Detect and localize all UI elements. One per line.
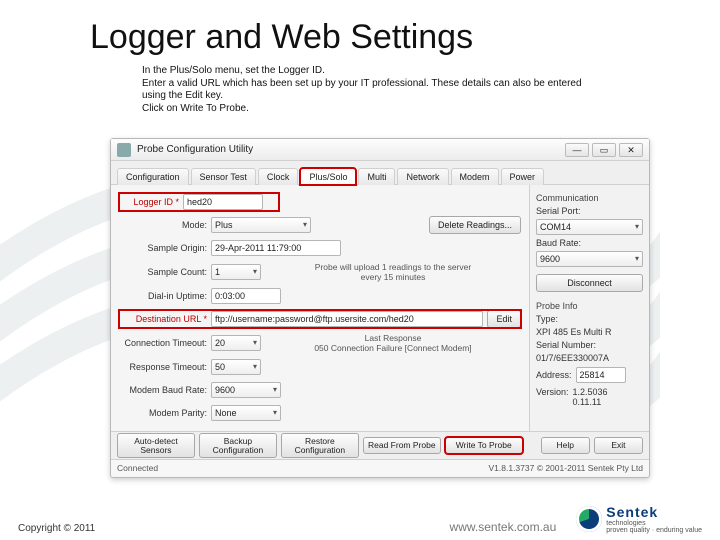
read-from-probe-button[interactable]: Read From Probe bbox=[363, 437, 441, 454]
sample-origin-label: Sample Origin: bbox=[119, 243, 207, 253]
address-label: Address: bbox=[536, 370, 572, 380]
footer-url: www.sentek.com.au bbox=[450, 520, 557, 534]
probe-info-heading: Probe Info bbox=[536, 301, 643, 311]
tab-clock[interactable]: Clock bbox=[258, 168, 299, 185]
dialin-input[interactable]: 0:03:00 bbox=[211, 288, 281, 304]
type-label: Type: bbox=[536, 314, 643, 324]
resp-timeout-select[interactable]: 50 bbox=[211, 359, 261, 375]
conn-timeout-select[interactable]: 20 bbox=[211, 335, 261, 351]
logger-id-input[interactable]: hed20 bbox=[183, 194, 263, 210]
auto-detect-sensors-button[interactable]: Auto-detect Sensors bbox=[117, 433, 195, 459]
dest-url-input[interactable]: ftp://username:password@ftp.usersite.com… bbox=[211, 311, 483, 327]
logo-mark-icon bbox=[576, 506, 602, 532]
edit-url-button[interactable]: Edit bbox=[487, 310, 521, 328]
modem-baud-label: Modem Baud Rate: bbox=[119, 385, 207, 395]
tab-modem[interactable]: Modem bbox=[451, 168, 499, 185]
form-panel: Logger ID * hed20 Mode: Plus Delete Read… bbox=[111, 185, 529, 431]
side-panel: Communication Serial Port: COM14 Baud Ra… bbox=[529, 185, 649, 431]
logo-brand-sub: technologies bbox=[606, 520, 702, 527]
serial-number-value: 01/7/6EE330007A bbox=[536, 353, 643, 363]
sample-origin-input[interactable]: 29-Apr-2011 11:79:00 bbox=[211, 240, 341, 256]
instructions-block: In the Plus/Solo menu, set the Logger ID… bbox=[142, 65, 602, 115]
status-connected: Connected bbox=[117, 463, 158, 473]
version-label: Version: bbox=[536, 387, 569, 397]
tab-configuration[interactable]: Configuration bbox=[117, 168, 189, 185]
last-response-label: Last Response bbox=[265, 333, 521, 343]
tab-multi[interactable]: Multi bbox=[358, 168, 395, 185]
tab-plus-solo[interactable]: Plus/Solo bbox=[300, 168, 356, 185]
sample-count-label: Sample Count: bbox=[119, 267, 207, 277]
upload-message: every 15 minutes bbox=[265, 272, 521, 282]
instruction-line: Enter a valid URL which has been set up … bbox=[142, 78, 602, 103]
delete-readings-button[interactable]: Delete Readings... bbox=[429, 216, 521, 234]
baud-rate-label: Baud Rate: bbox=[536, 238, 643, 248]
last-response-value: 050 Connection Failure [Connect Modem] bbox=[265, 343, 521, 353]
tab-power[interactable]: Power bbox=[501, 168, 545, 185]
copyright: Copyright © 2011 bbox=[18, 523, 95, 534]
logger-id-label: Logger ID * bbox=[119, 197, 179, 207]
instruction-line: In the Plus/Solo menu, set the Logger ID… bbox=[142, 65, 602, 78]
dest-url-label: Destination URL * bbox=[119, 314, 207, 324]
logo-brand: Sentek bbox=[606, 504, 702, 520]
help-button[interactable]: Help bbox=[541, 437, 590, 454]
bottom-button-bar: Auto-detect Sensors Backup Configuration… bbox=[111, 431, 649, 459]
write-to-probe-button[interactable]: Write To Probe bbox=[445, 437, 523, 454]
disconnect-button[interactable]: Disconnect bbox=[536, 274, 643, 292]
status-bar: Connected V1.8.1.3737 © 2001-2011 Sentek… bbox=[111, 459, 649, 475]
mode-label: Mode: bbox=[119, 220, 207, 230]
status-version: V1.8.1.3737 © 2001-2011 Sentek Pty Ltd bbox=[489, 463, 644, 473]
serial-port-label: Serial Port: bbox=[536, 206, 643, 216]
logo-tagline: proven quality · enduring value bbox=[606, 527, 702, 534]
conn-timeout-label: Connection Timeout: bbox=[119, 338, 207, 348]
resp-timeout-label: Response Timeout: bbox=[119, 362, 207, 372]
exit-button[interactable]: Exit bbox=[594, 437, 643, 454]
tab-bar: Configuration Sensor Test Clock Plus/Sol… bbox=[111, 161, 649, 185]
tab-sensor-test[interactable]: Sensor Test bbox=[191, 168, 256, 185]
restore-config-button[interactable]: Restore Configuration bbox=[281, 433, 359, 459]
version-value2: 0.11.11 bbox=[573, 397, 608, 407]
version-value: 1.2.5036 bbox=[573, 387, 608, 397]
app-icon bbox=[117, 143, 131, 157]
probe-config-window: Probe Configuration Utility — ▭ ✕ Config… bbox=[110, 138, 650, 478]
serial-port-select[interactable]: COM14 bbox=[536, 219, 643, 235]
modem-parity-select[interactable]: None bbox=[211, 405, 281, 421]
backup-config-button[interactable]: Backup Configuration bbox=[199, 433, 277, 459]
type-value: XPI 485 Es Multi R bbox=[536, 327, 643, 337]
close-button[interactable]: ✕ bbox=[619, 143, 643, 157]
tab-network[interactable]: Network bbox=[397, 168, 448, 185]
minimize-button[interactable]: — bbox=[565, 143, 589, 157]
instruction-line: Click on Write To Probe. bbox=[142, 103, 602, 116]
mode-select[interactable]: Plus bbox=[211, 217, 311, 233]
maximize-button[interactable]: ▭ bbox=[592, 143, 616, 157]
slide-title: Logger and Web Settings bbox=[90, 18, 473, 57]
serial-number-label: Serial Number: bbox=[536, 340, 643, 350]
titlebar[interactable]: Probe Configuration Utility — ▭ ✕ bbox=[111, 139, 649, 161]
sentek-logo: Sentek technologies proven quality · end… bbox=[576, 504, 702, 534]
modem-baud-select[interactable]: 9600 bbox=[211, 382, 281, 398]
address-value: 25814 bbox=[576, 367, 626, 383]
upload-message: Probe will upload 1 readings to the serv… bbox=[265, 262, 521, 272]
baud-rate-select[interactable]: 9600 bbox=[536, 251, 643, 267]
sample-count-select[interactable]: 1 bbox=[211, 264, 261, 280]
modem-parity-label: Modem Parity: bbox=[119, 408, 207, 418]
window-title: Probe Configuration Utility bbox=[137, 144, 253, 155]
communication-heading: Communication bbox=[536, 193, 643, 203]
slide-footer: Copyright © 2011 www.sentek.com.au Sente… bbox=[0, 504, 720, 534]
dialin-label: Dial-in Uptime: bbox=[119, 291, 207, 301]
